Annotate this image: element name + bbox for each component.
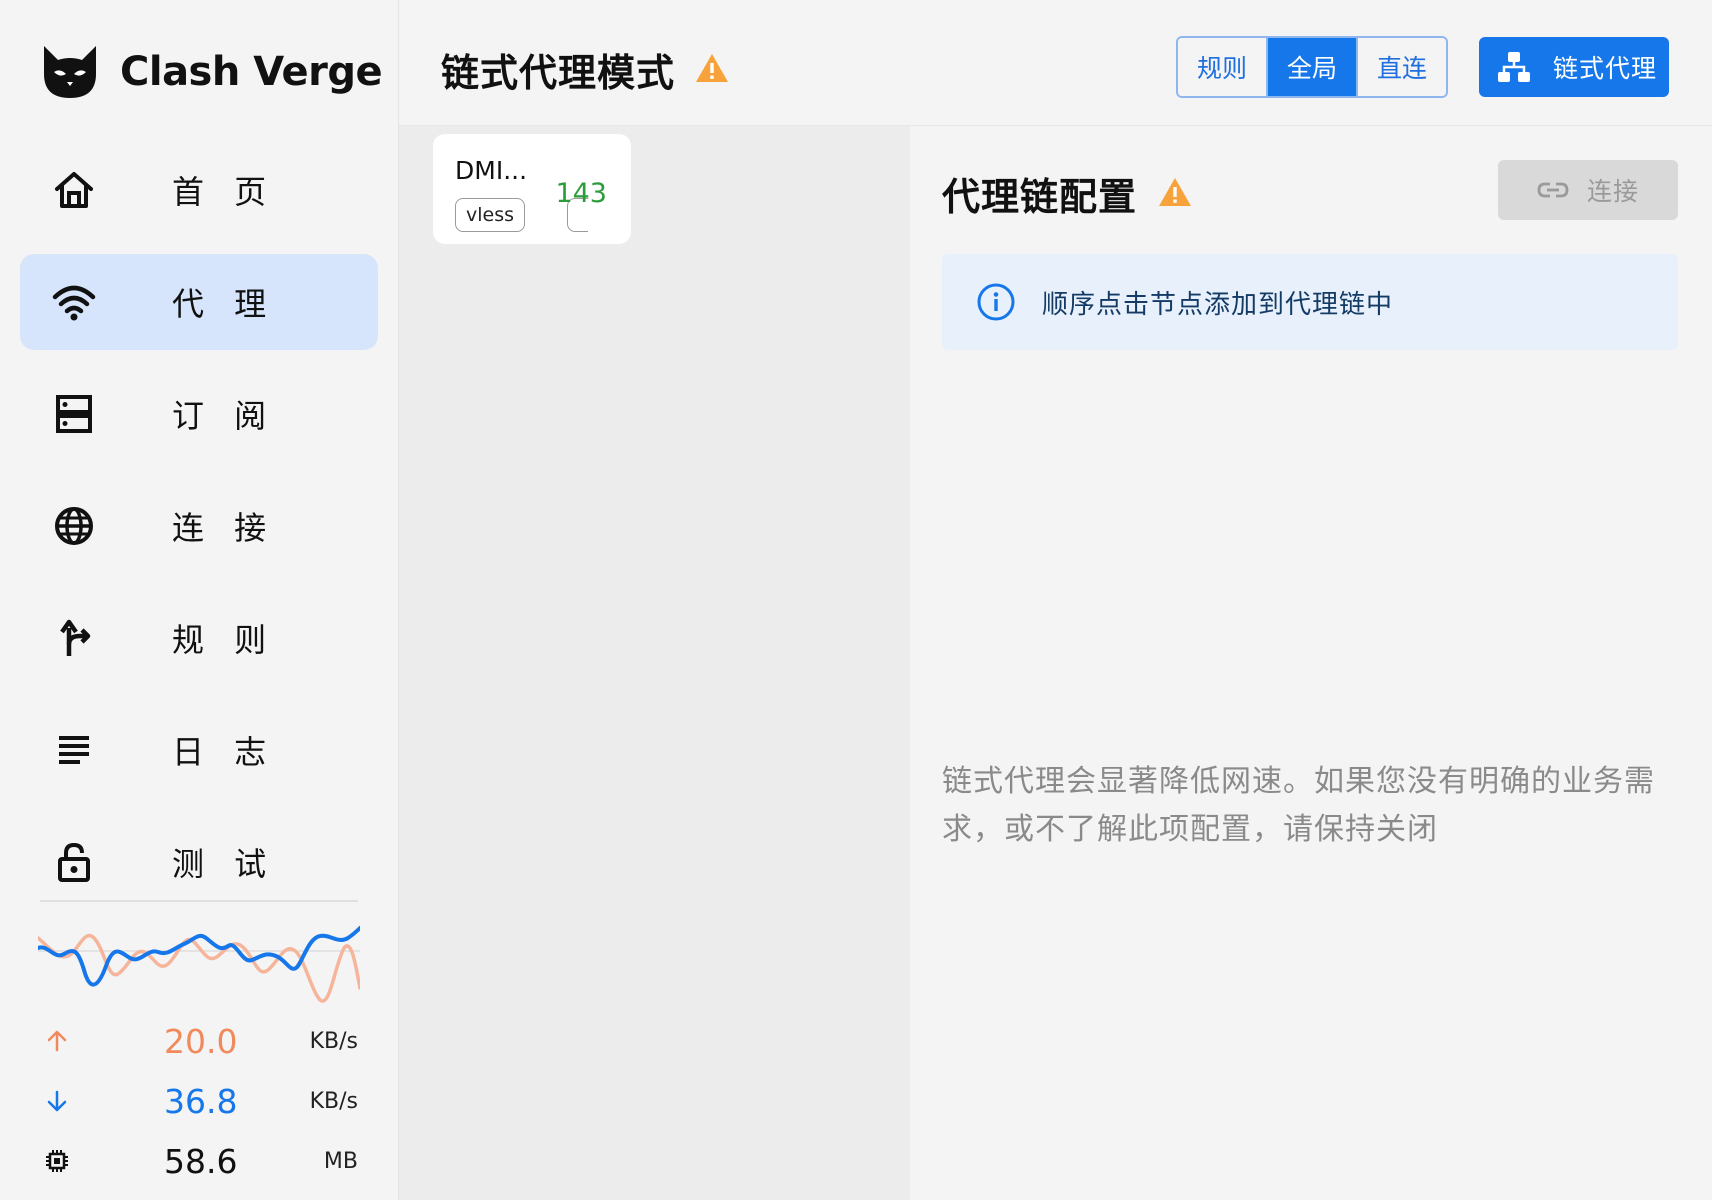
fork-arrow-icon: [46, 610, 102, 666]
sidebar: Clash Verge 首 页 代 理 订 阅 连 接 规 则 日 志 测 试 …: [0, 0, 399, 1200]
sidebar-item-logs[interactable]: 日 志: [20, 702, 378, 798]
lines-icon: [46, 722, 102, 778]
chain-warning-text: 链式代理会显著降低网速。如果您没有明确的业务需求，或不了解此项配置，请保持关闭: [942, 764, 1655, 847]
connect-label: 连接: [1586, 177, 1639, 206]
chain-proxy-label: 链式代理: [1553, 54, 1658, 83]
cat-logo-icon: [44, 46, 96, 98]
link-icon: [1537, 182, 1569, 198]
arrow-down-icon: [40, 1084, 74, 1118]
network-tree-icon: [1498, 52, 1530, 82]
sidebar-item-label: 日 志: [172, 733, 277, 771]
sidebar-item-connections[interactable]: 连 接: [20, 478, 378, 574]
info-icon: [977, 283, 1015, 321]
sidebar-item-proxy[interactable]: 代 理: [20, 254, 378, 350]
sidebar-item-home[interactable]: 首 页: [20, 142, 378, 238]
proxy-mode-group: 规则 全局 直连: [1176, 36, 1448, 98]
proxy-type-tag: vless: [455, 198, 526, 232]
sidebar-item-label: 代 理: [172, 285, 277, 323]
memory-unit: MB: [323, 1148, 358, 1174]
traffic-graph: [38, 926, 360, 1003]
brand: Clash Verge: [38, 38, 383, 106]
globe-icon: [46, 498, 102, 554]
sidebar-item-label: 规 则: [172, 621, 277, 659]
sidebar-item-test[interactable]: 测 试: [20, 814, 378, 910]
sidebar-nav: 首 页 代 理 订 阅 连 接 规 则 日 志 测 试: [20, 142, 378, 926]
mode-direct-button[interactable]: 直连: [1358, 38, 1446, 96]
sidebar-item-label: 连 接: [172, 509, 277, 547]
home-icon: [46, 162, 102, 218]
server-icon: [46, 386, 102, 442]
sidebar-item-rules[interactable]: 规 则: [20, 590, 378, 686]
memory-stat: 58.6 MB: [40, 1136, 360, 1186]
chain-config-panel: 代理链配置 连接 顺序点击节点添加到代理链中 链式代理会显著降低网速。如果您没有…: [910, 126, 1712, 1200]
upload-speed: 20.0: [164, 1021, 238, 1061]
proxy-name: DMI...: [455, 156, 528, 185]
sidebar-item-label: 订 阅: [172, 397, 277, 435]
arrow-up-icon: [40, 1024, 74, 1058]
info-text: 顺序点击节点添加到代理链中: [1042, 289, 1394, 320]
sidebar-item-label: 测 试: [172, 845, 277, 883]
page-header: 链式代理模式 规则 全局 直连 链式代理: [399, 0, 1712, 126]
download-stat: 36.8 KB/s: [40, 1076, 360, 1126]
proxy-card[interactable]: DMI... vless 143: [433, 134, 631, 244]
mode-global-button[interactable]: 全局: [1268, 38, 1358, 96]
proxy-list: DMI... vless 143: [399, 126, 910, 1200]
memory-usage: 58.6: [164, 1141, 238, 1181]
lock-icon: [46, 834, 102, 890]
info-alert: 顺序点击节点添加到代理链中: [942, 254, 1678, 350]
chip-icon: [40, 1144, 74, 1178]
panel-title: 代理链配置: [942, 175, 1138, 219]
upload-unit: KB/s: [309, 1028, 358, 1054]
download-unit: KB/s: [309, 1088, 358, 1114]
upload-stat: 20.0 KB/s: [40, 1016, 360, 1066]
app-name: Clash Verge: [120, 49, 383, 95]
download-speed: 36.8: [164, 1081, 238, 1121]
wifi-icon: [46, 274, 102, 330]
warning-icon: [1159, 178, 1191, 206]
app-window: Clash Verge 首 页 代 理 订 阅 连 接 规 则 日 志 测 试 …: [0, 0, 1712, 1200]
connect-button[interactable]: 连接: [1498, 160, 1678, 220]
page-title: 链式代理模式: [441, 51, 676, 95]
sidebar-item-subscriptions[interactable]: 订 阅: [20, 366, 378, 462]
sidebar-divider: [40, 900, 358, 902]
mode-rule-button[interactable]: 规则: [1178, 38, 1268, 96]
upload-trend-line: [38, 933, 360, 1003]
warning-icon: [696, 54, 728, 82]
sidebar-item-label: 首 页: [172, 173, 277, 211]
chain-proxy-button[interactable]: 链式代理: [1479, 37, 1669, 97]
proxy-delay[interactable]: 143: [555, 178, 607, 209]
